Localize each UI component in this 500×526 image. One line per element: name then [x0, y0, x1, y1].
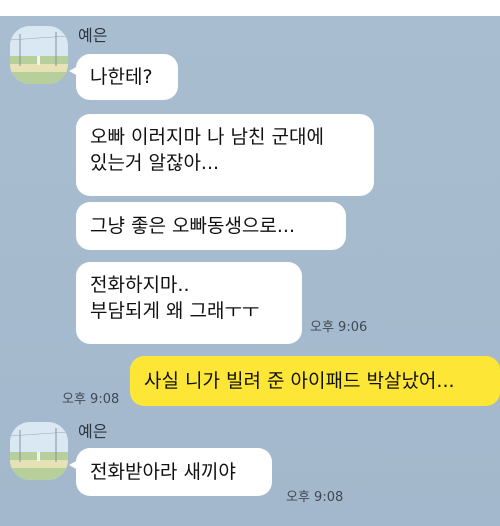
message-timestamp: 오후 9:06	[310, 320, 368, 335]
chat-area[interactable]: 예은 나한테? 오빠 이러지마 나 남친 군대에 있는거 알잖아... 그냥 좋…	[0, 16, 500, 526]
message-text: 사실 니가 빌려 준 아이패드 박살났어...	[144, 370, 455, 392]
sender-name: 예은	[78, 26, 108, 45]
message-text: 오빠 이러지마 나 남친 군대에 있는거 알잖아...	[90, 126, 324, 174]
message-bubble[interactable]: 전화받아라 새끼야	[69, 448, 272, 496]
my-message-bubble[interactable]: 사실 니가 빌려 준 아이패드 박살났어...	[130, 356, 500, 406]
message-timestamp: 오후 9:08	[286, 490, 344, 505]
top-bar	[0, 0, 500, 16]
avatar-landscape-icon	[10, 422, 68, 480]
sender-avatar[interactable]	[10, 26, 68, 84]
message-bubble[interactable]: 전화하지마.. 부담되게 왜 그래ㅜㅜ	[76, 262, 302, 344]
message-bubble[interactable]: 나한테?	[69, 54, 178, 100]
message-bubble[interactable]: 오빠 이러지마 나 남친 군대에 있는거 알잖아...	[76, 114, 374, 196]
message-text: 전화받아라 새끼야	[90, 461, 236, 483]
sender-avatar[interactable]	[10, 422, 68, 480]
message-bubble[interactable]: 그냥 좋은 오빠동생으로...	[76, 202, 346, 250]
message-text: 전화하지마.. 부담되게 왜 그래ㅜㅜ	[90, 274, 260, 322]
message-text: 그냥 좋은 오빠동생으로...	[90, 215, 295, 237]
message-text: 나한테?	[90, 66, 153, 88]
message-timestamp: 오후 9:08	[62, 392, 120, 407]
avatar-landscape-icon	[10, 26, 68, 84]
sender-name: 예은	[78, 422, 108, 441]
